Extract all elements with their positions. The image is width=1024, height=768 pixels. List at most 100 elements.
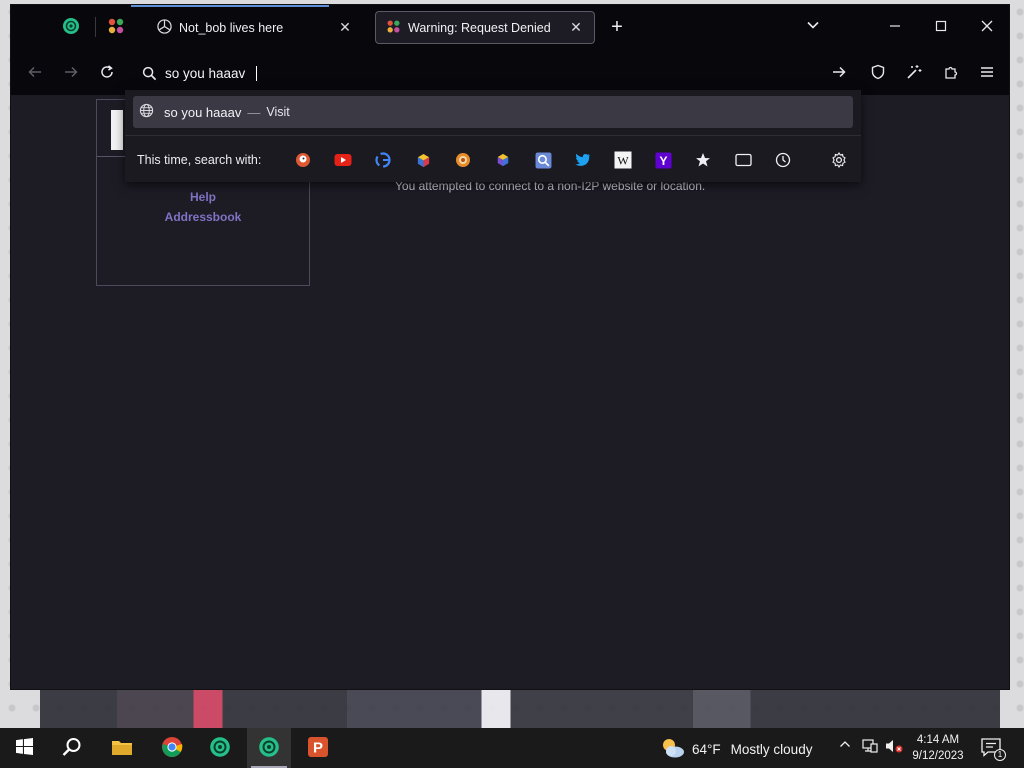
logo	[111, 110, 123, 150]
text-caret	[256, 66, 257, 81]
cloudy-weather-icon	[660, 737, 686, 762]
close-tab-icon[interactable]: ✕	[337, 19, 353, 36]
show-hidden-icons-chevron-up-icon[interactable]	[839, 738, 851, 753]
go-button[interactable]	[827, 61, 851, 85]
bookmarks-icon[interactable]	[692, 149, 714, 171]
cube-icon[interactable]	[412, 149, 434, 171]
close-tab-icon[interactable]: ✕	[568, 19, 584, 36]
shield-icon	[870, 64, 886, 83]
search-with-label: This time, search with:	[137, 153, 262, 167]
yahoo-icon[interactable]: Y	[652, 149, 674, 171]
arrow-left-icon	[27, 64, 43, 83]
tab-title: Not_bob lives here	[179, 20, 284, 35]
back-button[interactable]	[23, 61, 47, 85]
volume-muted-icon[interactable]	[885, 738, 903, 757]
close-window-button[interactable]	[969, 13, 1005, 41]
search-settings-gear-icon[interactable]	[828, 149, 850, 171]
chevron-down-icon	[806, 18, 820, 36]
close-icon	[981, 19, 993, 36]
browser-window: Not_bob lives here ✕ Warning: Request De…	[10, 4, 1010, 690]
youtube-icon[interactable]	[332, 149, 354, 171]
reload-button[interactable]	[95, 61, 119, 85]
minimize-button[interactable]	[877, 13, 913, 41]
svg-text:P: P	[313, 739, 323, 756]
tab-request-denied[interactable]: Warning: Request Denied ✕	[375, 11, 595, 44]
i2p-icon	[62, 17, 80, 38]
cube-purple-icon[interactable]	[492, 149, 514, 171]
chrome-icon	[161, 736, 183, 761]
pinned-tab-i2p[interactable]	[56, 13, 86, 41]
maximize-icon	[935, 19, 947, 36]
page-content: Help Addressbook You attempted to connec…	[11, 95, 1009, 689]
weather-description: Mostly cloudy	[730, 742, 813, 757]
system-clock[interactable]: 4:14 AM 9/12/2023	[908, 732, 968, 764]
twitter-icon[interactable]	[572, 149, 594, 171]
wallpaper-artwork	[40, 688, 1000, 730]
tabs-icon[interactable]	[732, 149, 754, 171]
magic-wand-button[interactable]	[902, 61, 926, 85]
notification-count: 1	[994, 749, 1006, 761]
maximize-button[interactable]	[923, 13, 959, 41]
svg-text:Y: Y	[659, 154, 667, 168]
i2p-search-icon[interactable]	[452, 149, 474, 171]
weather-temperature: 64°F	[692, 742, 721, 757]
new-tab-button[interactable]: +	[599, 13, 635, 41]
hamburger-menu-icon	[979, 64, 995, 83]
svg-text:W: W	[617, 154, 629, 168]
help-link[interactable]: Help	[97, 190, 309, 204]
i2p-icon	[258, 736, 280, 761]
addressbook-link[interactable]: Addressbook	[97, 210, 309, 224]
globe-icon	[139, 103, 154, 121]
divider	[125, 135, 861, 136]
container-indicator	[131, 5, 329, 7]
blue-search-icon[interactable]	[532, 149, 554, 171]
taskbar-search-button[interactable]	[50, 728, 94, 768]
puzzle-icon	[943, 64, 959, 83]
url-suggestions-dropdown: so you haaav — Visit This time, search w…	[125, 90, 861, 182]
taskbar-i2p-app[interactable]	[198, 728, 242, 768]
taskbar-i2p-browser[interactable]	[247, 728, 291, 768]
extensions-button[interactable]	[939, 61, 963, 85]
duckduckgo-icon[interactable]	[292, 149, 314, 171]
windows-taskbar: P 64°F Mostly cloudy 4:14 AM 9/12/2023 1	[0, 728, 1024, 768]
taskbar-psiphon[interactable]: P	[296, 728, 340, 768]
suggestion-text: so you haaav	[164, 104, 242, 120]
url-input[interactable]	[165, 65, 765, 81]
i2p-icon	[209, 736, 231, 761]
notification-center-button[interactable]: 1	[980, 736, 1006, 761]
folder-icon	[111, 738, 133, 759]
network-icon[interactable]	[862, 738, 878, 757]
google-icon[interactable]	[372, 149, 394, 171]
menu-button[interactable]	[975, 61, 999, 85]
apps-grid-icon	[107, 17, 125, 38]
pinned-tab-apps[interactable]	[101, 13, 131, 41]
minimize-icon	[889, 19, 901, 36]
magic-wand-icon	[906, 64, 922, 83]
suggestion-action: Visit	[266, 105, 290, 119]
tab-not-bob[interactable]: Not_bob lives here ✕	[147, 11, 363, 44]
taskbar-chrome[interactable]	[150, 728, 194, 768]
tab-title: Warning: Request Denied	[408, 20, 551, 35]
url-bar[interactable]	[135, 57, 863, 89]
list-all-tabs-button[interactable]	[795, 13, 831, 41]
reload-icon	[99, 64, 115, 83]
clock-time: 4:14 AM	[916, 734, 960, 746]
navigation-toolbar: I	[11, 49, 1009, 126]
history-icon[interactable]	[772, 149, 794, 171]
forward-button[interactable]	[59, 61, 83, 85]
weather-widget[interactable]: 64°F Mostly cloudy	[660, 737, 812, 762]
tab-strip: Not_bob lives here ✕ Warning: Request De…	[11, 5, 1009, 49]
arrow-right-icon	[63, 64, 79, 83]
psiphon-icon: P	[307, 736, 329, 761]
taskbar-file-explorer[interactable]	[100, 728, 144, 768]
windows-logo-icon	[15, 738, 33, 758]
wikipedia-icon[interactable]: W	[612, 149, 634, 171]
start-button[interactable]	[2, 728, 46, 768]
apps-grid-icon	[386, 19, 401, 37]
suggestion-separator: —	[247, 104, 261, 120]
clock-date: 9/12/2023	[912, 750, 964, 762]
shield-button[interactable]	[866, 61, 890, 85]
mercedes-logo-icon	[157, 18, 172, 37]
search-icon	[62, 737, 82, 760]
suggestion-visit[interactable]: so you haaav — Visit	[133, 96, 853, 128]
